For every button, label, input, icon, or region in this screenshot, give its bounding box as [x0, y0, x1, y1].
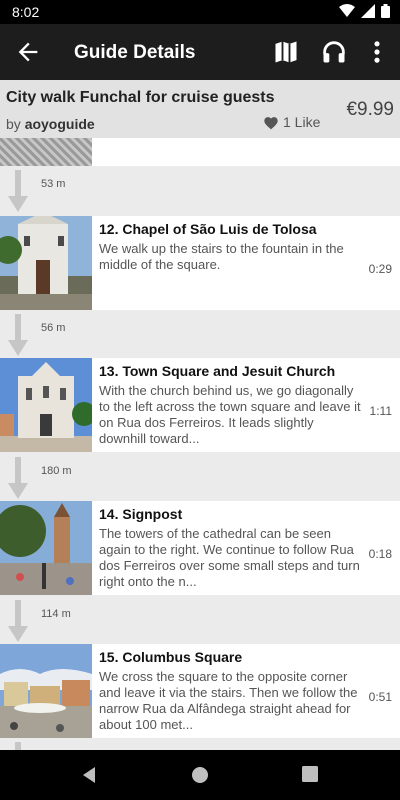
distance-label: 56 m [41, 322, 66, 334]
distance-row: 56 m [0, 310, 400, 358]
stop-description: We walk up the stairs to the fountain in… [99, 241, 344, 272]
arrow-left-icon[interactable] [14, 38, 42, 66]
distance-label: 53 m [41, 178, 66, 190]
stop-thumbnail [0, 216, 92, 310]
like-button[interactable]: 1 Like [263, 114, 320, 130]
distance-label: 114 m [41, 608, 71, 620]
stops-list[interactable]: 53 m 12. Chapel of São Luis de Tolosa We… [0, 138, 400, 750]
wifi-icon [339, 4, 355, 17]
system-nav-bar [0, 750, 400, 800]
list-item[interactable]: 15. Columbus Square We cross the square … [0, 644, 400, 738]
signal-icon [361, 4, 375, 18]
distance-row-partial [0, 738, 400, 750]
stop-description: With the church behind us, we go diagona… [99, 383, 361, 446]
arrow-down-icon [8, 600, 28, 642]
arrow-down-icon [8, 314, 28, 356]
stop-thumbnail [0, 138, 92, 166]
by-label: by [6, 116, 21, 132]
arrow-down-icon [8, 457, 28, 499]
arrow-down-icon [8, 170, 28, 212]
guide-header: City walk Funchal for cruise guests by a… [0, 80, 400, 138]
stop-thumbnail [0, 644, 92, 738]
arrow-down-icon [15, 742, 21, 750]
status-icons [339, 4, 390, 18]
stop-duration: 0:51 [368, 690, 392, 704]
nav-back-icon[interactable] [80, 766, 98, 784]
stop-thumbnail [0, 501, 92, 595]
stop-duration: 0:29 [368, 262, 392, 276]
more-vert-icon[interactable] [363, 38, 391, 66]
stop-name: 15. Columbus Square [99, 649, 243, 665]
guide-price: €9.99 [346, 99, 394, 120]
distance-row: 180 m [0, 453, 400, 501]
stop-name: 13. Town Square and Jesuit Church [99, 363, 336, 379]
status-time: 8:02 [12, 4, 40, 20]
distance-row: 114 m [0, 596, 400, 644]
stop-description: The towers of the cathedral can be seen … [99, 526, 360, 589]
stop-duration: 0:18 [368, 547, 392, 561]
status-bar: 8:02 [0, 0, 400, 24]
list-item[interactable]: 13. Town Square and Jesuit Church With t… [0, 358, 400, 452]
distance-row: 53 m [0, 166, 400, 214]
stop-name: 14. Signpost [99, 506, 183, 522]
distance-label: 180 m [41, 465, 72, 477]
app-bar: Guide Details [0, 24, 400, 80]
like-count: 1 Like [283, 114, 321, 130]
battery-icon [381, 4, 390, 18]
map-icon[interactable] [272, 38, 300, 66]
stop-thumbnail [0, 358, 92, 452]
stop-description: We cross the square to the opposite corn… [99, 669, 358, 732]
nav-recents-icon[interactable] [302, 766, 318, 782]
guide-author-line: by aoyoguide [6, 116, 95, 132]
list-item[interactable]: 12. Chapel of São Luis de Tolosa We walk… [0, 216, 400, 310]
guide-title: City walk Funchal for cruise guests [6, 89, 275, 106]
list-item-partial[interactable] [0, 138, 400, 166]
nav-home-icon[interactable] [191, 766, 209, 784]
page-title: Guide Details [74, 42, 196, 63]
list-item[interactable]: 14. Signpost The towers of the cathedral… [0, 501, 400, 595]
stop-name: 12. Chapel of São Luis de Tolosa [99, 221, 317, 237]
heart-icon [264, 116, 278, 129]
guide-author[interactable]: aoyoguide [25, 116, 95, 132]
stop-duration: 1:11 [369, 404, 392, 418]
headphones-icon[interactable] [320, 38, 348, 66]
